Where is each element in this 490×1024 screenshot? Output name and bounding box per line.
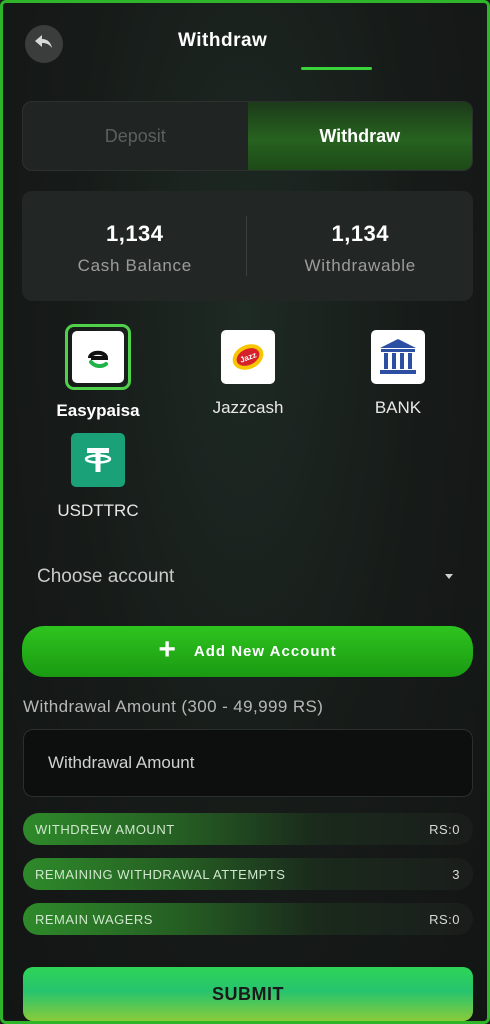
- cash-balance-value: 1,134: [105, 221, 164, 246]
- stat-key: REMAINING WITHDRAWAL ATTEMPTS: [35, 867, 286, 882]
- method-jazzcash[interactable]: Jazz Jazzcash: [178, 330, 318, 418]
- stat-remaining-attempts: REMAINING WITHDRAWAL ATTEMPTS 3: [23, 858, 473, 890]
- amount-label: Withdrawal Amount (300 - 49,999 RS): [23, 697, 324, 716]
- app-frame: Withdraw Deposit Withdraw 1,134 Cash Bal…: [0, 0, 490, 1024]
- cash-balance-label: Cash Balance: [77, 256, 192, 275]
- add-account-button[interactable]: + Add New Account: [22, 626, 473, 677]
- method-label: Easypaisa: [56, 401, 140, 420]
- method-easypaisa[interactable]: Easypaisa: [28, 324, 168, 421]
- back-arrow-icon: [34, 34, 54, 55]
- stat-key: WITHDREW AMOUNT: [35, 822, 175, 837]
- jazzcash-icon: Jazz: [221, 330, 275, 384]
- submit-button[interactable]: SUBMIT: [23, 967, 473, 1021]
- tab-bar: Deposit Withdraw: [22, 101, 473, 171]
- tab-deposit[interactable]: Deposit: [23, 102, 248, 170]
- stat-withdrew-amount: WITHDREW AMOUNT RS:0: [23, 813, 473, 845]
- page-title: Withdraw: [178, 30, 268, 51]
- method-usdttrc[interactable]: USDTTRC: [28, 433, 168, 521]
- withdrawable-label: Withdrawable: [304, 256, 416, 275]
- back-button[interactable]: [25, 25, 63, 63]
- stat-remain-wagers: REMAIN WAGERS RS:0: [23, 903, 473, 935]
- account-select-value: Choose account: [37, 566, 175, 587]
- easypaisa-icon: [72, 331, 124, 383]
- cash-balance: 1,134 Cash Balance: [22, 221, 248, 276]
- withdrawable-value: 1,134: [331, 221, 390, 246]
- account-select[interactable]: Choose account: [23, 549, 473, 605]
- chevron-down-icon: [445, 574, 453, 579]
- method-bank[interactable]: BANK: [328, 330, 468, 418]
- withdrawable-balance: 1,134 Withdrawable: [248, 221, 474, 276]
- stat-key: REMAIN WAGERS: [35, 912, 153, 927]
- withdrawal-amount-input[interactable]: [23, 729, 473, 797]
- plus-icon: +: [158, 632, 176, 666]
- tab-withdraw[interactable]: Withdraw: [247, 102, 472, 170]
- header: Withdraw: [3, 3, 487, 83]
- stat-value: 3: [452, 867, 460, 882]
- active-tab-indicator: [301, 67, 372, 70]
- balance-card: 1,134 Cash Balance 1,134 Withdrawable: [22, 191, 473, 301]
- stat-value: RS:0: [429, 912, 460, 927]
- method-label: USDTTRC: [57, 501, 139, 520]
- method-label: Jazzcash: [212, 398, 284, 417]
- selected-ring: [65, 324, 131, 390]
- add-account-label: Add New Account: [193, 643, 337, 660]
- stat-value: RS:0: [429, 822, 460, 837]
- bank-icon: [371, 330, 425, 384]
- tether-icon: [71, 433, 125, 487]
- method-label: BANK: [374, 398, 422, 417]
